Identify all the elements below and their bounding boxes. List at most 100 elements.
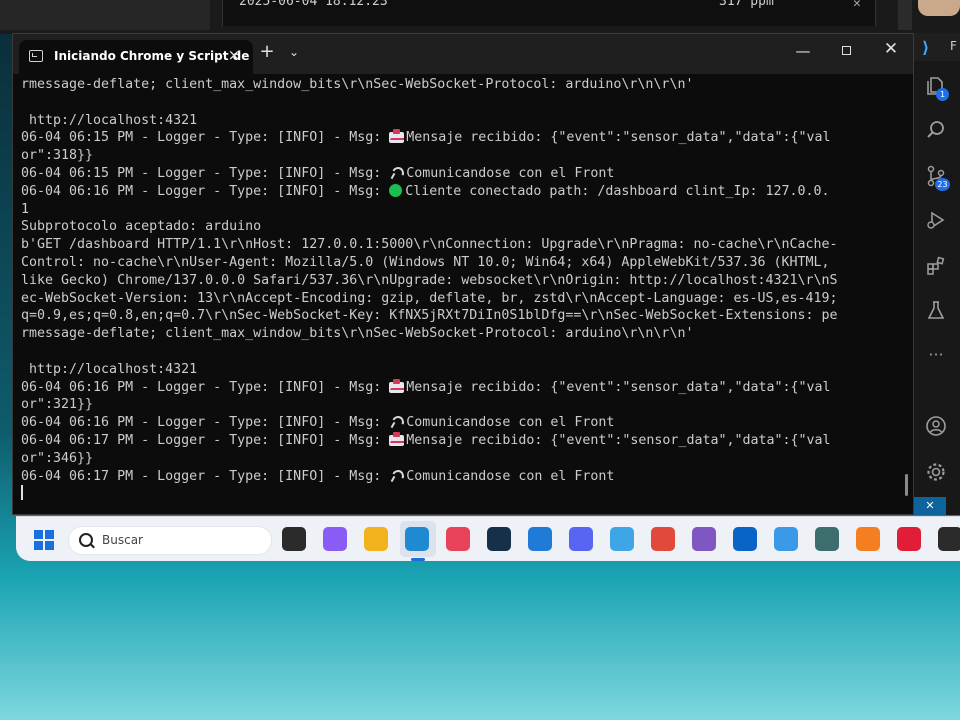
orange-app-icon[interactable]	[856, 527, 880, 551]
log-prefix: 06-04 06:17 PM - Logger - Type: [INFO] -…	[21, 468, 390, 484]
background-window: 2025-06-04 18:12:23 317 ppm ✕	[0, 0, 960, 34]
log-text: Mensaje recibido: {"event":"sensor_data"…	[406, 130, 831, 146]
maximize-icon	[842, 46, 851, 55]
console-line: 06-04 06:16 PM - Logger - Type: [INFO] -…	[21, 183, 893, 201]
app-red-icon[interactable]	[446, 527, 470, 551]
settings-app-icon[interactable]	[610, 527, 634, 551]
background-window-left-pane	[0, 0, 210, 30]
new-tab-icon[interactable]: +	[258, 43, 276, 61]
terminal-scrollbar-thumb[interactable]	[905, 474, 908, 496]
outlook-icon[interactable]	[733, 527, 757, 551]
mail-app-icon[interactable]	[528, 527, 552, 551]
log-text: like Gecko) Chrome/137.0.0.0 Safari/537.…	[21, 272, 838, 288]
log-text: 1	[21, 201, 30, 217]
task-view-icon[interactable]	[282, 527, 306, 551]
visual-studio-icon[interactable]	[692, 527, 716, 551]
search-icon[interactable]	[924, 119, 948, 143]
taskbar-search-box[interactable]: Buscar	[68, 526, 272, 555]
source-control-badge: 23	[935, 178, 950, 191]
opera-icon[interactable]	[897, 527, 921, 551]
console-line: 06-04 06:16 PM - Logger - Type: [INFO] -…	[21, 378, 893, 397]
log-text: Control: no-cache\r\nUser-Agent: Mozilla…	[21, 254, 830, 270]
console-line: or":318}}	[21, 147, 893, 165]
console-line: 06-04 06:15 PM - Logger - Type: [INFO] -…	[21, 165, 893, 183]
chevron-down-icon[interactable]: ⌄	[286, 45, 302, 59]
terminal-icon	[29, 50, 43, 62]
console-line: 1	[21, 201, 893, 219]
log-text: q=0.9,es;q=0.8,en;q=0.7\r\nSec-WebSocket…	[21, 308, 838, 324]
log-text: ec-WebSocket-Version: 13\r\nAccept-Encod…	[21, 290, 838, 306]
obs-icon[interactable]	[938, 527, 960, 551]
desktop-app-icon[interactable]	[815, 527, 839, 551]
tab-close-icon[interactable]: ×	[225, 46, 243, 64]
green-circle-icon	[389, 183, 403, 197]
copilot-icon[interactable]	[323, 527, 347, 551]
background-avatar	[918, 0, 960, 16]
source-control-icon[interactable]: 23	[924, 165, 950, 191]
steam-icon[interactable]	[487, 527, 511, 551]
vscode-icon[interactable]	[405, 527, 429, 551]
background-window-content: 2025-06-04 18:12:23 317 ppm ✕	[222, 0, 876, 26]
console-line: http://localhost:4321	[21, 361, 893, 379]
terminal-output[interactable]: rmessage-deflate; client_max_window_bits…	[21, 76, 893, 512]
files-icon[interactable]: 1	[924, 75, 949, 101]
console-line: or":346}}	[21, 450, 893, 468]
log-text: b'GET /dashboard HTTP/1.1\r\nHost: 127.0…	[21, 237, 838, 253]
log-text: Subprotocolo aceptado: arduino	[21, 219, 262, 235]
active-app-indicator	[411, 558, 425, 561]
terminal-window: Iniciando Chrome y Script de × + ⌄ — ✕ r…	[12, 33, 914, 515]
console-line: or":321}}	[21, 396, 893, 414]
log-text: or":318}}	[21, 148, 94, 164]
chrome-icon[interactable]	[651, 527, 675, 551]
minimize-button[interactable]: —	[791, 42, 815, 62]
run-debug-icon[interactable]	[924, 209, 948, 233]
log-text: or":321}}	[21, 397, 94, 413]
log-text: Comunicandose con el Front	[406, 415, 615, 431]
log-text: http://localhost:4321	[21, 361, 198, 377]
background-ppm-value: 317 ppm	[719, 0, 774, 9]
remote-indicator-button[interactable]: ✕	[914, 497, 946, 515]
file-explorer-icon[interactable]	[364, 527, 388, 551]
extensions-icon[interactable]	[924, 255, 948, 279]
log-text: Comunicandose con el Front	[406, 165, 615, 181]
windows-start-icon[interactable]	[34, 530, 54, 550]
satellite-icon	[389, 165, 403, 179]
background-close-icon: ✕	[853, 0, 861, 11]
console-line: 06-04 06:17 PM - Logger - Type: [INFO] -…	[21, 431, 893, 450]
tab-title: Iniciando Chrome y Script de	[54, 49, 250, 63]
console-line: 06-04 06:17 PM - Logger - Type: [INFO] -…	[21, 468, 893, 486]
vscode-titlebar: ⟩ F	[914, 33, 960, 61]
terminal-titlebar[interactable]: Iniciando Chrome y Script de × + ⌄ — ✕	[13, 34, 913, 74]
log-prefix: 06-04 06:15 PM - Logger - Type: [INFO] -…	[21, 130, 390, 146]
satellite-icon	[389, 468, 403, 482]
console-line: b'GET /dashboard HTTP/1.1\r\nHost: 127.0…	[21, 236, 893, 254]
search-icon	[79, 533, 93, 547]
account-icon[interactable]	[924, 415, 948, 439]
maximize-button[interactable]	[835, 42, 859, 62]
log-text: Cliente conectado path: /dashboard clint…	[405, 183, 830, 199]
background-timestamp: 2025-06-04 18:12:23	[239, 0, 388, 9]
mail-icon	[389, 129, 405, 144]
log-text: rmessage-deflate; client_max_window_bits…	[21, 77, 694, 92]
discord-icon[interactable]	[569, 527, 593, 551]
console-line: q=0.9,es;q=0.8,en;q=0.7\r\nSec-WebSocket…	[21, 307, 893, 325]
console-line: Subprotocolo aceptado: arduino	[21, 218, 893, 236]
vscode-logo-icon: ⟩	[922, 38, 930, 57]
log-prefix: 06-04 06:16 PM - Logger - Type: [INFO] -…	[21, 379, 390, 395]
mail-icon	[389, 378, 405, 393]
background-scrollbar[interactable]	[898, 0, 912, 30]
satellite-icon	[389, 414, 403, 428]
terminal-tab[interactable]: Iniciando Chrome y Script de ×	[19, 40, 253, 74]
vscode-activity-bar: ⟩ F 1 23 ···	[914, 33, 960, 515]
close-window-button[interactable]: ✕	[879, 39, 903, 63]
console-line: http://localhost:4321	[21, 112, 893, 130]
settings-icon[interactable]	[924, 461, 948, 485]
log-prefix: 06-04 06:17 PM - Logger - Type: [INFO] -…	[21, 432, 390, 448]
log-prefix: 06-04 06:16 PM - Logger - Type: [INFO] -…	[21, 415, 390, 431]
more-icon[interactable]: ···	[924, 343, 948, 367]
console-line: 06-04 06:15 PM - Logger - Type: [INFO] -…	[21, 129, 893, 147]
testing-icon[interactable]	[924, 299, 948, 323]
music-icon[interactable]	[774, 527, 798, 551]
